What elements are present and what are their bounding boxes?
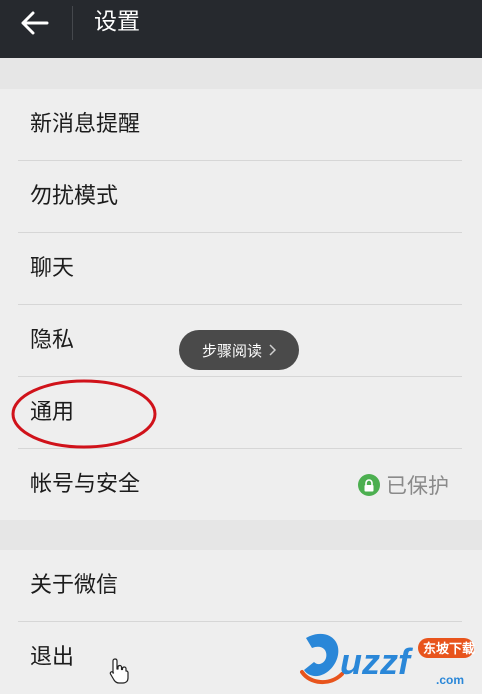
step-reading-label: 步骤阅读 <box>201 341 262 360</box>
settings-item-label: 聊天 <box>30 256 75 281</box>
watermark-tagline: 东坡下载 <box>423 641 475 656</box>
settings-item-account-security[interactable]: 帐号与安全 已保护 <box>0 449 482 521</box>
settings-item-general[interactable]: 通用 <box>0 377 482 449</box>
settings-item-label: 关于微信 <box>30 573 119 598</box>
settings-item-label: 隐私 <box>30 328 75 353</box>
settings-item-about-wechat[interactable]: 关于微信 <box>0 550 482 622</box>
protection-status: 已保护 <box>358 449 449 521</box>
hand-cursor-icon <box>109 658 129 684</box>
lock-icon <box>358 474 380 496</box>
watermark-text: uzzf <box>340 641 413 682</box>
settings-item-label: 退出 <box>30 645 75 670</box>
page-title: 设置 <box>94 9 140 35</box>
step-reading-button[interactable]: 步骤阅读 <box>179 330 299 370</box>
chevron-right-icon <box>269 344 276 356</box>
status-text: 已保护 <box>386 474 449 498</box>
watermark-suffix: .com <box>436 673 464 687</box>
settings-item-label: 勿扰模式 <box>30 184 119 209</box>
settings-item-label: 帐号与安全 <box>30 472 141 497</box>
settings-item-chat[interactable]: 聊天 <box>0 233 482 305</box>
arrow-left-icon <box>21 11 49 35</box>
header-divider <box>72 6 73 40</box>
settings-item-label: 新消息提醒 <box>30 112 141 137</box>
settings-item-do-not-disturb[interactable]: 勿扰模式 <box>0 161 482 233</box>
back-button[interactable] <box>12 4 58 42</box>
uzzf-watermark: uzzf .com 东坡下载 <box>300 628 478 690</box>
settings-item-label: 通用 <box>30 400 75 425</box>
settings-group-main: 新消息提醒 勿扰模式 聊天 隐私 通用 帐号与安全 已保护 <box>0 89 482 520</box>
settings-item-new-message-alerts[interactable]: 新消息提醒 <box>0 89 482 161</box>
title-bar: 设置 <box>0 0 482 58</box>
